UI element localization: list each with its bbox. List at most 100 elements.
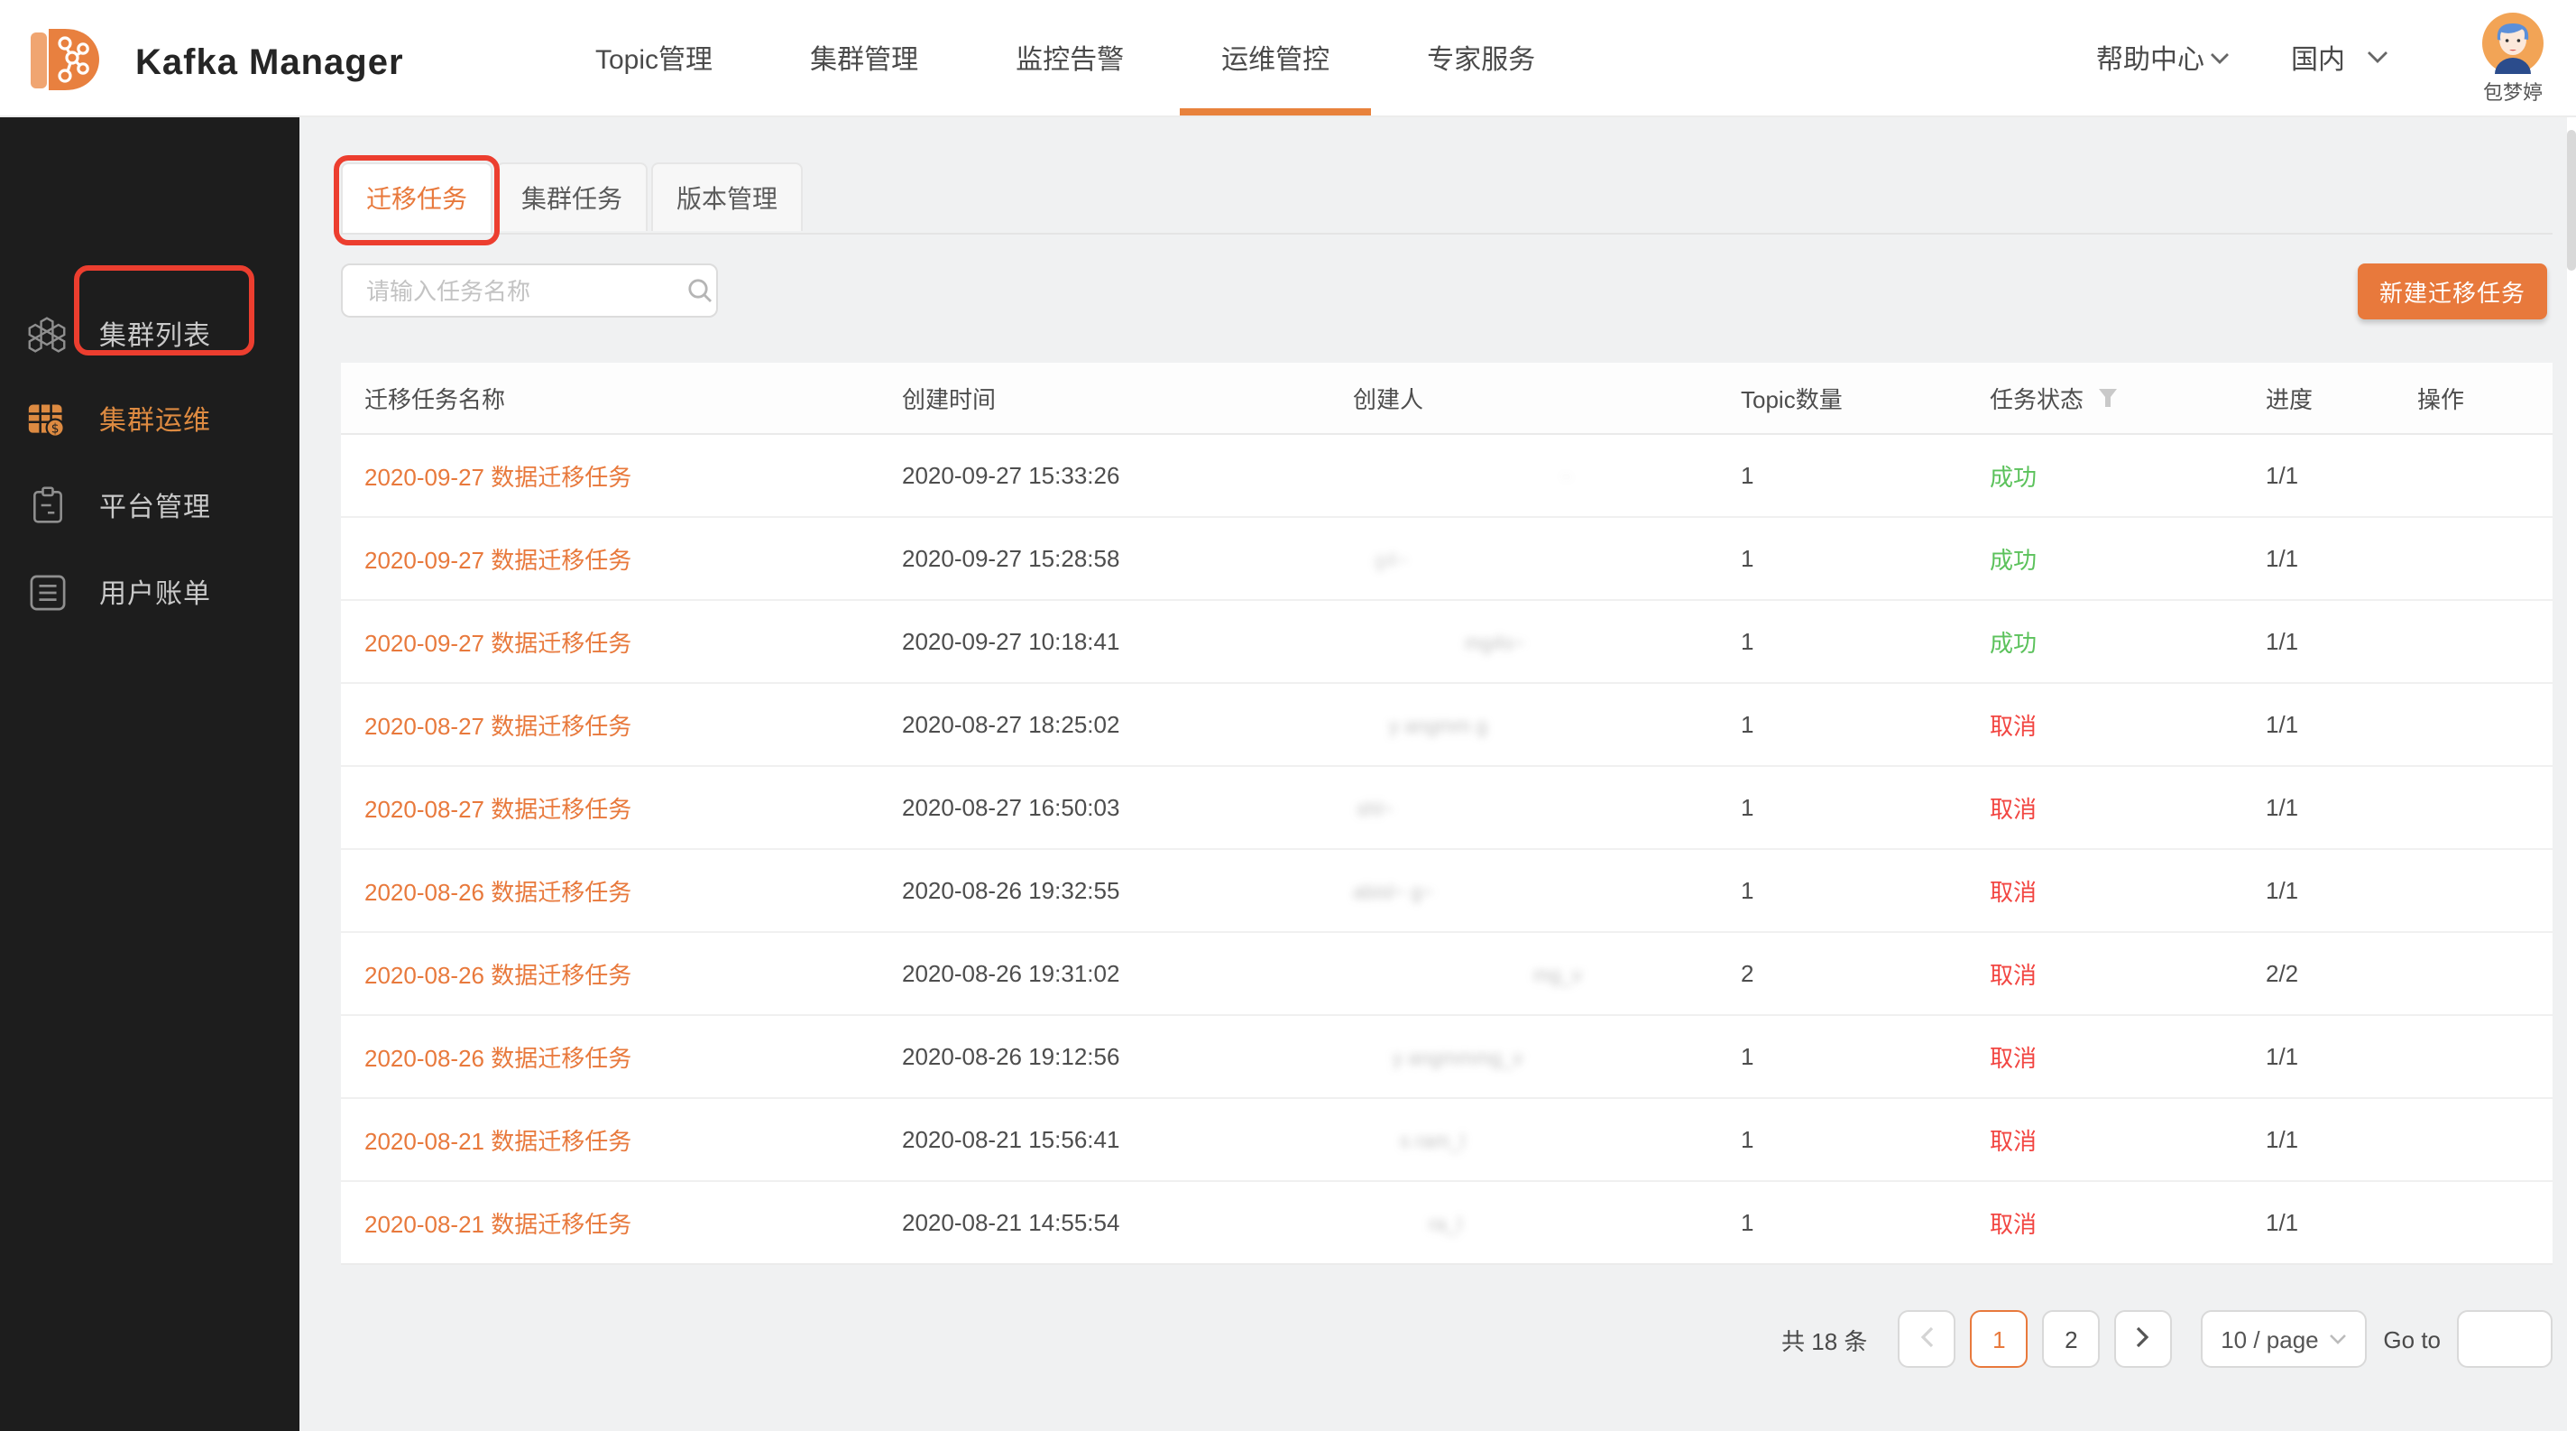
table-row: 2020-08-26 数据迁移任务 2020-08-26 19:31:02 mg… [341,933,2553,1016]
prev-page-button[interactable] [1898,1310,1955,1368]
task-name-link[interactable]: 2020-08-26 数据迁移任务 [364,879,631,906]
created-time-cell: 2020-08-21 15:56:41 [902,1126,1353,1153]
table-row: 2020-09-27 数据迁移任务 2020-09-27 15:28:58 g4… [341,518,2553,601]
create-migration-task-button[interactable]: 新建迁移任务 [2358,263,2547,319]
topic-count-cell: 1 [1741,462,1990,489]
creator-cell: mg_v [1353,960,1741,987]
creator-redacted-text: ~ [1560,467,1572,489]
creator-redacted-text: y angmm g [1389,716,1487,738]
sidebar-item-cluster-list[interactable]: 集群列表 [0,298,299,370]
creator-cell: y angmm g [1353,711,1741,738]
col-progress: 进度 [2266,381,2417,415]
creator-cell: y angmmmg_v [1353,1043,1741,1070]
status-text: 成功 [1990,464,2037,491]
nav-topic-management[interactable]: Topic管理 [547,0,761,115]
total-count: 共 18 条 [1781,1322,1867,1356]
created-time-cell: 2020-09-27 10:18:41 [902,628,1353,655]
progress-cell: 1/1 [2266,462,2417,489]
sidebar-item-user-billing[interactable]: 用户账单 [0,556,299,628]
brand: Kafka Manager [25,22,404,106]
topic-count-cell: 1 [1741,1126,1990,1153]
progress-cell: 1/1 [2266,711,2417,738]
task-name-link[interactable]: 2020-08-21 数据迁移任务 [364,1211,631,1238]
help-center-menu[interactable]: 帮助中心 [2096,39,2230,77]
col-task-status-label: 任务状态 [1990,381,2084,415]
task-name-link[interactable]: 2020-09-27 数据迁移任务 [364,547,631,574]
table-row: 2020-08-21 数据迁移任务 2020-08-21 15:56:41 s … [341,1099,2553,1182]
status-text: 取消 [1990,1045,2037,1072]
creator-redacted-text: abisl~ g~ [1353,882,1433,904]
task-name-link[interactable]: 2020-08-21 数据迁移任务 [364,1128,631,1155]
task-name-link[interactable]: 2020-09-27 数据迁移任务 [364,464,631,491]
task-name-link[interactable]: 2020-08-27 数据迁移任务 [364,796,631,823]
progress-cell: 1/1 [2266,1043,2417,1070]
progress-cell: 1/1 [2266,1209,2417,1236]
progress-cell: 1/1 [2266,545,2417,572]
migration-task-table: 迁移任务名称 创建时间 创建人 Topic数量 任务状态 进度 操作 2020-… [341,363,2553,1265]
nav-monitor-alert[interactable]: 监控告警 [967,0,1173,115]
col-topic-count: Topic数量 [1741,381,1990,415]
progress-cell: 2/2 [2266,960,2417,987]
table-row: 2020-08-21 数据迁移任务 2020-08-21 14:55:54 ra… [341,1182,2553,1265]
nav-cluster-management[interactable]: 集群管理 [761,0,967,115]
progress-cell: 1/1 [2266,1126,2417,1153]
table-body: 2020-09-27 数据迁移任务 2020-09-27 15:33:26 ~ … [341,435,2553,1265]
col-created-time: 创建时间 [902,381,1353,415]
top-nav: Topic管理 集群管理 监控告警 运维管控 专家服务 [547,0,1584,115]
table-row: 2020-08-27 数据迁移任务 2020-08-27 16:50:03 sh… [341,767,2553,850]
creator-redacted-text: g4~ [1375,550,1408,572]
creator-cell: s ram_l [1353,1126,1741,1153]
goto-page-input[interactable] [2457,1310,2553,1368]
scrollbar-track[interactable] [2567,115,2576,1431]
help-center-label: 帮助中心 [2096,39,2204,77]
sidebar: 集群列表 $ 集群运维 [0,115,299,1431]
tab-migration-tasks[interactable]: 迁移任务 [341,162,492,233]
topic-count-cell: 1 [1741,628,1990,655]
clipboard-icon [27,485,67,525]
task-name-link[interactable]: 2020-08-26 数据迁移任务 [364,962,631,989]
task-name-link[interactable]: 2020-08-26 数据迁移任务 [364,1045,631,1072]
sidebar-item-platform-management[interactable]: 平台管理 [0,469,299,541]
top-header: Kafka Manager Topic管理 集群管理 监控告警 运维管控 专家服… [0,0,2576,117]
task-name-link[interactable]: 2020-09-27 数据迁移任务 [364,630,631,657]
filter-funnel-icon[interactable] [2098,388,2118,408]
app-title: Kafka Manager [135,43,404,85]
progress-cell: 1/1 [2266,877,2417,904]
task-name-link[interactable]: 2020-08-27 数据迁移任务 [364,713,631,740]
topic-count-cell: 1 [1741,877,1990,904]
creator-cell: mg4s~ [1353,628,1741,655]
page-button-2[interactable]: 2 [2042,1310,2100,1368]
region-select[interactable]: 国内 [2291,39,2388,77]
table-row: 2020-08-26 数据迁移任务 2020-08-26 19:32:55 ab… [341,850,2553,933]
progress-cell: 1/1 [2266,794,2417,821]
status-text: 取消 [1990,879,2037,906]
status-text: 取消 [1990,713,2037,740]
search-input[interactable] [363,275,687,306]
tab-cluster-tasks[interactable]: 集群任务 [496,162,648,231]
creator-redacted-text: s ram_l [1400,1131,1465,1153]
list-icon [27,572,67,612]
nav-ops-control[interactable]: 运维管控 [1173,0,1378,115]
status-text: 成功 [1990,630,2037,657]
table-row: 2020-08-26 数据迁移任务 2020-08-26 19:12:56 y … [341,1016,2553,1099]
table-row: 2020-08-27 数据迁移任务 2020-08-27 18:25:02 y … [341,684,2553,767]
chevron-right-icon [2136,1325,2150,1353]
status-text: 取消 [1990,1128,2037,1155]
created-time-cell: 2020-08-26 19:32:55 [902,877,1353,904]
sidebar-item-cluster-ops[interactable]: $ 集群运维 [0,383,299,455]
status-text: 取消 [1990,796,2037,823]
topic-count-cell: 1 [1741,1043,1990,1070]
progress-cell: 1/1 [2266,628,2417,655]
user-menu[interactable]: 包梦婷 [2482,12,2544,104]
next-page-button[interactable] [2114,1310,2172,1368]
table-row: 2020-09-27 数据迁移任务 2020-09-27 10:18:41 mg… [341,601,2553,684]
page-button-1[interactable]: 1 [1970,1310,2028,1368]
table-row: 2020-09-27 数据迁移任务 2020-09-27 15:33:26 ~ … [341,435,2553,518]
page-size-select[interactable]: 10 / page [2201,1310,2367,1368]
tab-version-management[interactable]: 版本管理 [651,162,803,231]
creator-redacted-text: ra_l [1429,1214,1462,1236]
nav-expert-service[interactable]: 专家服务 [1378,0,1584,115]
user-name: 包梦婷 [2483,84,2543,104]
scrollbar-thumb[interactable] [2567,130,2576,271]
chevron-down-icon [2210,51,2230,64]
